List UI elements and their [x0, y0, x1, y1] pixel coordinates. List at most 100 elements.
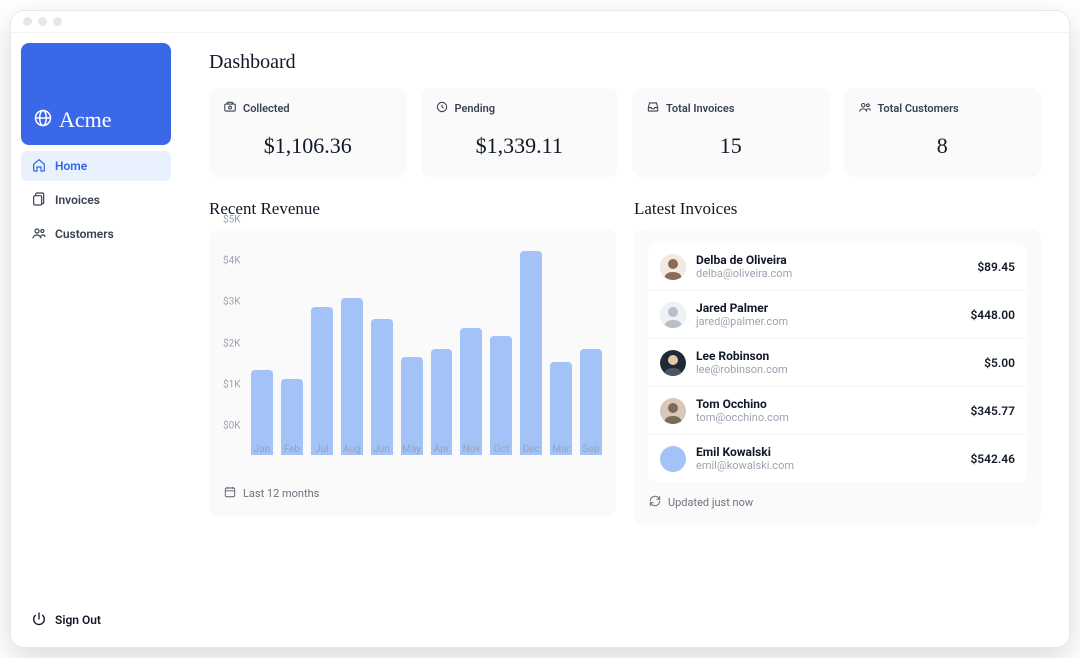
avatar: [660, 398, 686, 424]
window-control-dot[interactable]: [23, 17, 32, 26]
invoice-row[interactable]: Jared Palmerjared@palmer.com $448.00: [648, 291, 1027, 339]
bar: [401, 357, 423, 455]
invoice-row[interactable]: Tom Occhinotom@occhino.com $345.77: [648, 387, 1027, 435]
bar-column: Oct: [490, 243, 512, 455]
x-axis-label: Sep: [583, 444, 600, 455]
customers-icon: [31, 225, 47, 244]
bar: [550, 362, 572, 455]
x-axis-label: Oct: [494, 444, 509, 455]
invoice-name: Emil Kowalski: [696, 445, 960, 459]
bar: [460, 328, 482, 455]
invoice-email: lee@robinson.com: [696, 363, 974, 376]
bar-column: Jan: [251, 243, 273, 455]
power-icon: [31, 611, 47, 630]
invoice-amount: $448.00: [970, 308, 1015, 322]
bar-column: Dec: [520, 243, 542, 455]
sidebar-item-home[interactable]: Home: [21, 151, 171, 181]
invoice-name: Lee Robinson: [696, 349, 974, 363]
invoice-email: tom@occhino.com: [696, 411, 960, 424]
stat-card-total-customers: Total Customers8: [844, 88, 1042, 177]
x-axis-label: Nov: [463, 444, 481, 455]
revenue-footer-text: Last 12 months: [243, 487, 319, 500]
x-axis-label: Dec: [523, 444, 540, 455]
invoice-row[interactable]: Emil Kowalskiemil@kowalski.com$542.46: [648, 435, 1027, 482]
avatar: [660, 350, 686, 376]
x-axis-label: Jun: [373, 444, 390, 455]
bar: [371, 319, 393, 455]
globe-icon: [33, 108, 53, 132]
collected-icon: [223, 100, 237, 117]
clock-icon: [435, 100, 449, 117]
sidebar-item-customers[interactable]: Customers: [21, 219, 171, 249]
invoice-amount: $345.77: [970, 404, 1015, 418]
bar: [431, 349, 453, 455]
bar: [490, 336, 512, 455]
bar: [580, 349, 602, 455]
bar: [341, 298, 363, 455]
window-control-dot[interactable]: [53, 17, 62, 26]
invoices-icon: [31, 191, 47, 210]
bar: [520, 251, 542, 455]
x-axis-label: Mar: [552, 444, 570, 455]
stat-card-value: 8: [858, 133, 1028, 159]
y-axis-tick: $1K: [223, 379, 241, 390]
y-axis-tick: $2K: [223, 338, 241, 349]
inbox-icon: [646, 100, 660, 117]
sidebar-item-label: Customers: [55, 227, 114, 241]
refresh-icon: [648, 494, 662, 511]
invoices-title: Latest Invoices: [634, 199, 1041, 219]
bar-column: Feb: [281, 243, 303, 455]
invoice-name: Tom Occhino: [696, 397, 960, 411]
sign-out-button[interactable]: Sign Out: [21, 603, 171, 637]
invoices-footer: Updated just now: [648, 494, 1027, 511]
bar: [251, 370, 273, 455]
x-axis-label: May: [402, 444, 421, 455]
invoice-row[interactable]: Lee Robinsonlee@robinson.com $5.00: [648, 339, 1027, 387]
x-axis-label: Apr: [434, 444, 450, 455]
x-axis-label: Aug: [343, 444, 361, 455]
sidebar-item-label: Invoices: [55, 193, 100, 207]
bar-column: Sep: [580, 243, 602, 455]
brand-name: Acme: [59, 107, 112, 133]
sidebar-nav: Home Invoices Customers: [21, 151, 171, 249]
y-axis-tick: $4K: [223, 256, 241, 267]
revenue-panel: $0K$1K$2K$3K$4K$5K JanFebJulAugJunMayApr…: [209, 229, 616, 516]
invoices-section: Latest Invoices Delba de Oliveiradelba@o…: [634, 199, 1041, 525]
bar-column: May: [401, 243, 423, 455]
avatar: [660, 446, 686, 472]
stat-cards: Collected$1,106.36Pending$1,339.11 Total …: [209, 88, 1041, 177]
y-axis-tick: $3K: [223, 297, 241, 308]
calendar-icon: [223, 485, 237, 502]
stat-card-label: Pending: [455, 102, 496, 115]
y-axis-tick: $5K: [223, 215, 241, 226]
stat-card-collected: Collected$1,106.36: [209, 88, 407, 177]
stat-card-value: $1,106.36: [223, 133, 393, 159]
x-axis-label: Jan: [254, 444, 270, 455]
bar-column: Nov: [460, 243, 482, 455]
revenue-footer: Last 12 months: [223, 485, 602, 502]
bar-column: Jul: [311, 243, 333, 455]
bar-column: Jun: [371, 243, 393, 455]
invoice-email: delba@oliveira.com: [696, 267, 967, 280]
brand-block[interactable]: Acme: [21, 43, 171, 145]
invoice-email: jared@palmer.com: [696, 315, 960, 328]
avatar: [660, 302, 686, 328]
stat-card-label: Total Invoices: [666, 102, 734, 115]
bar: [311, 307, 333, 455]
window-control-dot[interactable]: [38, 17, 47, 26]
sidebar-item-invoices[interactable]: Invoices: [21, 185, 171, 215]
invoice-amount: $5.00: [984, 356, 1015, 370]
revenue-title: Recent Revenue: [209, 199, 616, 219]
invoice-name: Jared Palmer: [696, 301, 960, 315]
invoice-amount: $89.45: [977, 260, 1015, 274]
app-window: Acme Home Invoices Customers Sign Out Dash…: [10, 10, 1070, 648]
invoice-row[interactable]: Delba de Oliveiradelba@oliveira.com$89.4…: [648, 243, 1027, 291]
invoice-email: emil@kowalski.com: [696, 459, 960, 472]
stat-card-pending: Pending$1,339.11: [421, 88, 619, 177]
bar-column: Mar: [550, 243, 572, 455]
page-title: Dashboard: [209, 51, 1041, 74]
revenue-chart: $0K$1K$2K$3K$4K$5K JanFebJulAugJunMayApr…: [223, 243, 602, 473]
avatar: [660, 254, 686, 280]
stat-card-value: 15: [646, 133, 816, 159]
invoice-list: Delba de Oliveiradelba@oliveira.com$89.4…: [648, 243, 1027, 482]
